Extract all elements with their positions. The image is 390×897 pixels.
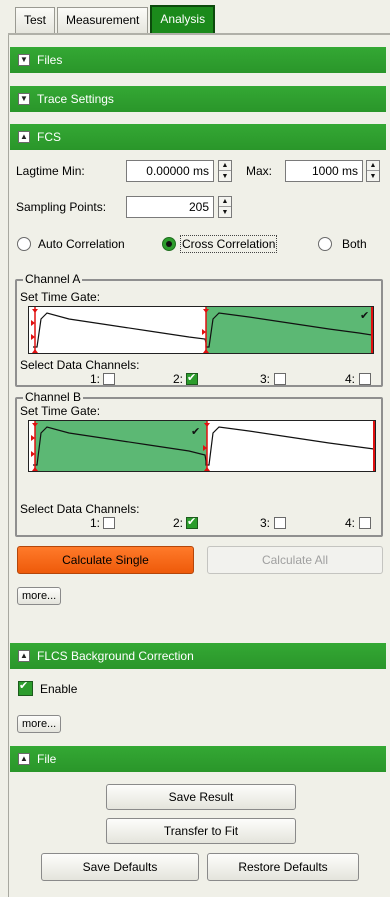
channel-b-ch2-label: 2: — [173, 516, 184, 530]
fcs-more-button[interactable]: more... — [17, 587, 62, 605]
channel-b-ch4-checkbox[interactable] — [359, 517, 371, 529]
calculate-single-button[interactable]: Calculate Single — [17, 546, 194, 574]
channel-b-ch3-label: 3: — [260, 516, 271, 530]
spin-up-icon[interactable]: ▲ — [219, 197, 231, 207]
channel-b-ch2-checkbox[interactable] — [186, 515, 198, 529]
channel-b-ch3-checkbox[interactable] — [274, 517, 286, 529]
spin-down-icon[interactable]: ▼ — [219, 171, 231, 181]
tab-bar: Test Measurement Analysis — [15, 5, 217, 34]
save-defaults-button[interactable]: Save Defaults — [41, 853, 199, 881]
section-file[interactable]: ▲ File — [10, 746, 386, 772]
sampling-points-spinner[interactable]: ▲ ▼ — [218, 196, 232, 218]
tab-measurement[interactable]: Measurement — [57, 7, 149, 33]
channel-b-ch1-checkbox[interactable] — [103, 517, 115, 529]
radio-both-label[interactable]: Both — [342, 237, 367, 251]
sampling-points-field[interactable]: 205 — [126, 196, 214, 218]
flcs-more-button[interactable]: more... — [17, 715, 62, 733]
sampling-points-label: Sampling Points: — [16, 200, 107, 214]
channel-b-time-gate-label: Set Time Gate: — [20, 404, 101, 418]
radio-cross-correlation[interactable] — [162, 237, 176, 251]
channel-a-ch1-checkbox[interactable] — [103, 373, 115, 385]
channel-b-decay-curve: ✔ — [31, 421, 375, 471]
channel-b-data-channels-label: Select Data Channels: — [20, 502, 140, 516]
tab-test[interactable]: Test — [15, 7, 56, 33]
channel-b-time-gate-plot[interactable]: ✔ — [28, 420, 376, 472]
channel-a-data-channels-label: Select Data Channels: — [20, 358, 140, 372]
spin-up-icon[interactable]: ▲ — [219, 161, 231, 171]
calculate-all-button[interactable]: Calculate All — [207, 546, 383, 574]
spin-down-icon[interactable]: ▼ — [219, 207, 231, 217]
radio-auto-correlation-label[interactable]: Auto Correlation — [38, 237, 125, 251]
svg-text:✔: ✔ — [191, 425, 200, 438]
section-flcs-background-correction[interactable]: ▲ FLCS Background Correction — [10, 643, 386, 669]
section-fcs-label: FCS — [37, 130, 61, 144]
restore-defaults-button[interactable]: Restore Defaults — [207, 853, 359, 881]
expand-icon: ▼ — [18, 54, 30, 66]
channel-a-ch4-label: 4: — [345, 372, 356, 386]
lagtime-max-spinner[interactable]: ▲ ▼ — [366, 160, 380, 182]
channel-a-ch4-checkbox[interactable] — [359, 373, 371, 385]
collapse-icon: ▲ — [18, 753, 30, 765]
spin-up-icon[interactable]: ▲ — [367, 161, 379, 171]
flcs-enable-label[interactable]: Enable — [40, 682, 77, 696]
radio-both[interactable] — [318, 237, 332, 251]
save-result-button[interactable]: Save Result — [106, 784, 296, 810]
section-files-label: Files — [37, 53, 63, 67]
spin-down-icon[interactable]: ▼ — [367, 171, 379, 181]
channel-a-ch2-label: 2: — [173, 372, 184, 386]
section-flcs-label: FLCS Background Correction — [37, 649, 194, 663]
channel-a-ch3-label: 3: — [260, 372, 271, 386]
section-trace-settings[interactable]: ▼ Trace Settings — [10, 86, 386, 112]
section-fcs[interactable]: ▲ FCS — [10, 124, 386, 150]
lagtime-label: Lagtime Min: — [16, 164, 85, 178]
expand-icon: ▼ — [18, 93, 30, 105]
channel-a-time-gate-plot[interactable]: ✔ — [28, 306, 374, 354]
radio-auto-correlation[interactable] — [17, 237, 31, 251]
channel-b-ch4-label: 4: — [345, 516, 356, 530]
channel-a-ch3-checkbox[interactable] — [274, 373, 286, 385]
section-file-label: File — [37, 752, 57, 766]
section-trace-settings-label: Trace Settings — [37, 92, 114, 106]
channel-a-title: Channel A — [23, 272, 83, 286]
transfer-to-fit-button[interactable]: Transfer to Fit — [106, 818, 296, 844]
section-files[interactable]: ▼ Files — [10, 47, 386, 73]
channel-b-ch1-label: 1: — [90, 516, 101, 530]
collapse-icon: ▲ — [18, 650, 30, 662]
tab-analysis[interactable]: Analysis — [150, 5, 216, 33]
channel-a-time-gate-label: Set Time Gate: — [20, 290, 101, 304]
lagtime-max-field[interactable]: 1000 ms — [285, 160, 363, 182]
lagtime-min-spinner[interactable]: ▲ ▼ — [218, 160, 232, 182]
flcs-enable-checkbox[interactable] — [18, 679, 33, 696]
tab-underline — [8, 33, 390, 35]
collapse-icon: ▲ — [18, 131, 30, 143]
lagtime-min-field[interactable]: 0.00000 ms — [126, 160, 214, 182]
radio-cross-correlation-label[interactable]: Cross Correlation — [179, 235, 278, 253]
channel-b-title: Channel B — [23, 390, 84, 404]
max-label: Max: — [246, 164, 273, 178]
channel-a-ch1-label: 1: — [90, 372, 101, 386]
svg-text:✔: ✔ — [360, 309, 369, 322]
channel-a-decay-curve: ✔ — [31, 307, 373, 353]
channel-a-ch2-checkbox[interactable] — [186, 371, 198, 385]
